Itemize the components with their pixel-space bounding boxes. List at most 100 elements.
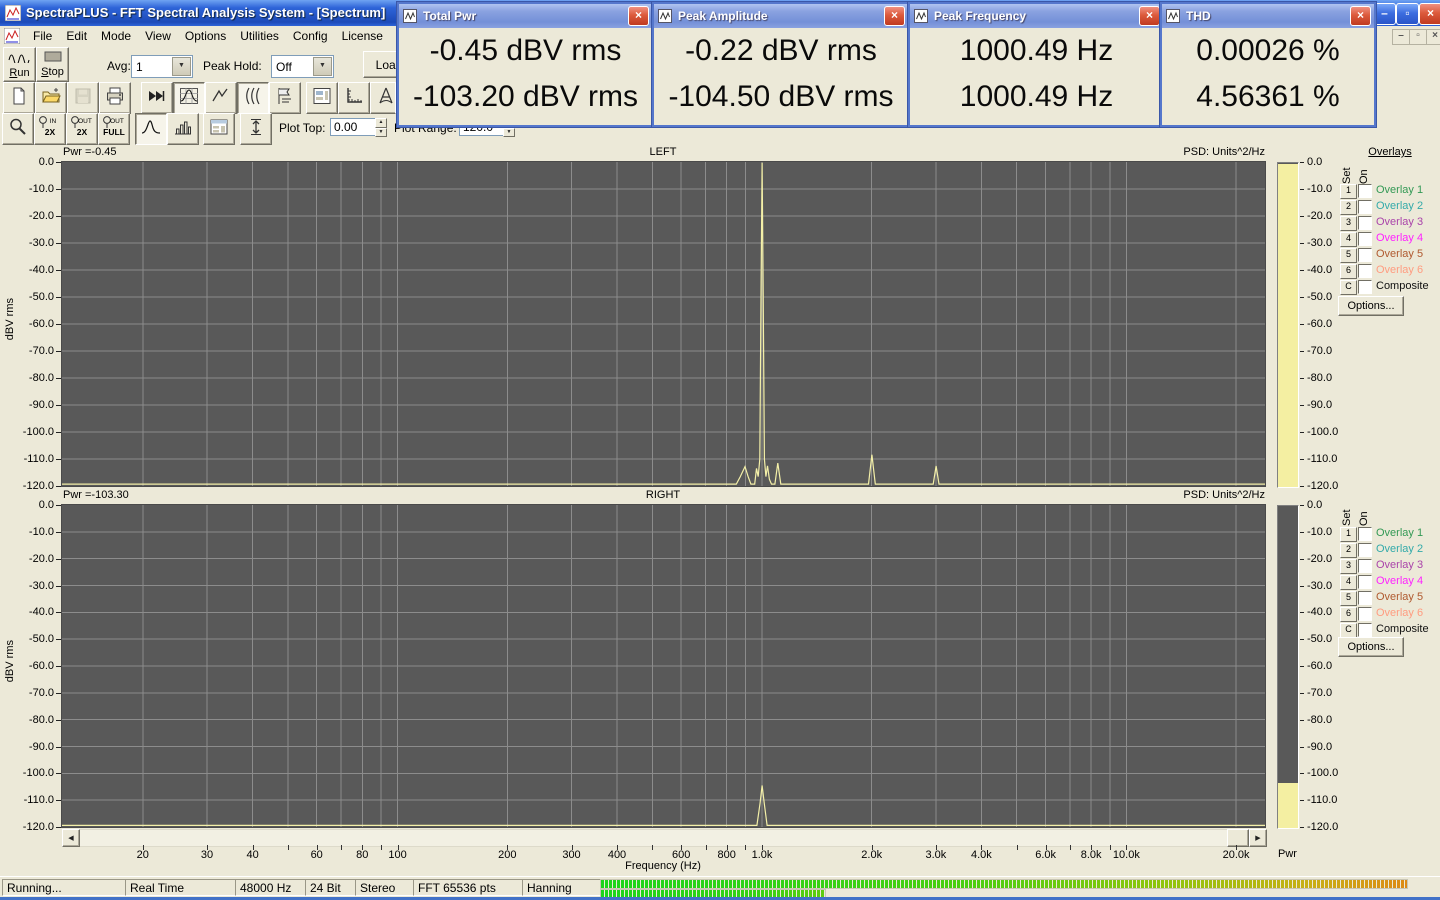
overlay-options-button-left[interactable]: Options...: [1338, 296, 1404, 316]
svg-text:IN: IN: [50, 118, 57, 125]
overlay-set-button-4[interactable]: 4: [1340, 232, 1357, 247]
overlay-set-button-3[interactable]: 3: [1340, 216, 1357, 231]
menu-item-utilities[interactable]: Utilities: [233, 26, 286, 46]
zoom-in-2x-button[interactable]: IN 2X: [34, 113, 66, 145]
svg-text:FULL: FULL: [103, 127, 125, 137]
overlay-on-checkbox-2[interactable]: [1358, 200, 1372, 214]
display-settings-button[interactable]: [306, 82, 338, 114]
mdi-close-button[interactable]: ×: [1426, 29, 1440, 45]
plot-top-spinner[interactable]: ▲ ▼: [375, 118, 387, 137]
menu-item-view[interactable]: View: [138, 26, 178, 46]
meter-window-peak-amplitude[interactable]: Peak Amplitude × -0.22 dBV rms -104.50 dBV …: [652, 2, 910, 127]
save-file-button[interactable]: [67, 82, 99, 114]
overlay-on-checkbox-6[interactable]: [1358, 264, 1372, 278]
overlay-set-button-C[interactable]: C: [1340, 280, 1357, 295]
scroll-left-button[interactable]: ◀: [62, 829, 80, 847]
spectrogram-display-button[interactable]: [237, 82, 269, 114]
meter-window-titlebar[interactable]: THD ×: [1162, 4, 1374, 28]
overlay-on-checkbox-1[interactable]: [1358, 184, 1372, 198]
menu-item-mode[interactable]: Mode: [94, 26, 138, 46]
spin-down-icon[interactable]: ▼: [375, 127, 387, 137]
plot-top-input[interactable]: [330, 118, 377, 136]
run-button[interactable]: Run: [3, 47, 36, 82]
meter-window-peak-frequency[interactable]: Peak Frequency × 1000.49 Hz 1000.49 Hz: [908, 2, 1165, 127]
overlay-on-checkbox-C[interactable]: [1358, 623, 1372, 637]
scrollbar-thumb[interactable]: [1227, 829, 1249, 847]
overlay-on-checkbox-2[interactable]: [1358, 543, 1372, 557]
zoom-out-full-button[interactable]: OUT FULL: [98, 113, 130, 145]
menu-item-license[interactable]: License: [335, 26, 390, 46]
time-series-display-button[interactable]: [205, 82, 237, 114]
avg-dropdown-icon[interactable]: ▼: [172, 57, 191, 76]
meter-window-close-button[interactable]: ×: [1139, 6, 1160, 26]
stop-button[interactable]: Stop: [36, 47, 69, 82]
peak-hold-dropdown-icon[interactable]: ▼: [313, 57, 332, 76]
avg-select[interactable]: 1 ▼: [131, 55, 193, 78]
spectrum-plot-right[interactable]: [61, 504, 1266, 828]
overlay-set-button-6[interactable]: 6: [1340, 607, 1357, 622]
menu-item-config[interactable]: Config: [286, 26, 335, 46]
open-file-button[interactable]: [35, 82, 67, 114]
overlay-on-checkbox-3[interactable]: [1358, 559, 1372, 573]
print-button[interactable]: [99, 82, 131, 114]
overlay-set-button-4[interactable]: 4: [1340, 575, 1357, 590]
meter-window-close-button[interactable]: ×: [1350, 6, 1371, 26]
meter-window-close-button[interactable]: ×: [884, 6, 905, 26]
overlay-on-checkbox-3[interactable]: [1358, 216, 1372, 230]
overlay-on-checkbox-6[interactable]: [1358, 607, 1372, 621]
meter-window-titlebar[interactable]: Total Pwr ×: [399, 4, 652, 28]
overlay-on-checkbox-C[interactable]: [1358, 280, 1372, 294]
overlay-set-button-2[interactable]: 2: [1340, 200, 1357, 215]
calibration-ruler-button[interactable]: [338, 82, 370, 114]
overlay-on-checkbox-4[interactable]: [1358, 232, 1372, 246]
overlay-on-checkbox-1[interactable]: [1358, 527, 1372, 541]
overlay-set-button-5[interactable]: 5: [1340, 591, 1357, 606]
overlay-set-button-3[interactable]: 3: [1340, 559, 1357, 574]
overlay-set-button-C[interactable]: C: [1340, 623, 1357, 638]
overlay-set-button-6[interactable]: 6: [1340, 264, 1357, 279]
zoom-button[interactable]: [2, 113, 34, 145]
spin-up-icon[interactable]: ▲: [375, 118, 387, 128]
y-tick-label: 0.0: [1307, 156, 1323, 168]
overlay-on-checkbox-4[interactable]: [1358, 575, 1372, 589]
menu-item-edit[interactable]: Edit: [59, 26, 94, 46]
new-file-button[interactable]: [3, 82, 35, 114]
amplitude-scale-button[interactable]: [240, 113, 272, 145]
mdi-minimize-button[interactable]: –: [1392, 29, 1410, 45]
y-tick-label: -50.0: [28, 291, 54, 303]
overlay-set-button-1[interactable]: 1: [1340, 527, 1357, 542]
overlay-options-button-right[interactable]: Options...: [1338, 637, 1404, 657]
spectrum-plot-button[interactable]: [135, 113, 167, 145]
display-panel-button[interactable]: [203, 113, 235, 145]
mdi-restore-button[interactable]: ▫: [1409, 29, 1427, 45]
meter-window-titlebar[interactable]: Peak Frequency ×: [910, 4, 1163, 28]
overlay-set-button-5[interactable]: 5: [1340, 248, 1357, 263]
bar-plot-button[interactable]: [167, 113, 199, 145]
scroll-right-button[interactable]: ▶: [1249, 829, 1267, 847]
fast-forward-button[interactable]: [141, 82, 173, 114]
overlay-on-checkbox-5[interactable]: [1358, 591, 1372, 605]
overlay-on-checkbox-5[interactable]: [1358, 248, 1372, 262]
meter-window-titlebar[interactable]: Peak Amplitude ×: [654, 4, 908, 28]
menu-item-options[interactable]: Options: [178, 26, 233, 46]
y-tick-label: -40.0: [28, 606, 54, 619]
annotation-button[interactable]: [269, 82, 301, 114]
y-tick: [1300, 719, 1304, 721]
menu-item-file[interactable]: File: [26, 26, 59, 46]
overlay-set-button-2[interactable]: 2: [1340, 543, 1357, 558]
restore-button[interactable]: ▫: [1396, 3, 1419, 25]
y-tick: [56, 827, 61, 828]
zoom-out-2x-button[interactable]: OUT 2X: [66, 113, 98, 145]
freq-scrollbar[interactable]: [62, 829, 1267, 847]
meter-window-total-pwr[interactable]: Total Pwr × -0.45 dBV rms -103.20 dBV rms: [397, 2, 654, 127]
meter-window-close-button[interactable]: ×: [628, 6, 649, 26]
close-button[interactable]: ×: [1419, 3, 1440, 25]
minimize-button[interactable]: –: [1373, 3, 1396, 25]
spectrum-plot-left[interactable]: [61, 161, 1266, 487]
y-tick-label: -30.0: [1307, 579, 1333, 592]
spin-down-icon[interactable]: ▼: [503, 127, 515, 137]
spectrum-display-button[interactable]: [173, 82, 205, 114]
meter-window-thd[interactable]: THD × 0.00026 % 4.56361 %: [1160, 2, 1376, 127]
overlay-set-button-1[interactable]: 1: [1340, 184, 1357, 199]
peak-hold-select[interactable]: Off ▼: [271, 55, 334, 78]
